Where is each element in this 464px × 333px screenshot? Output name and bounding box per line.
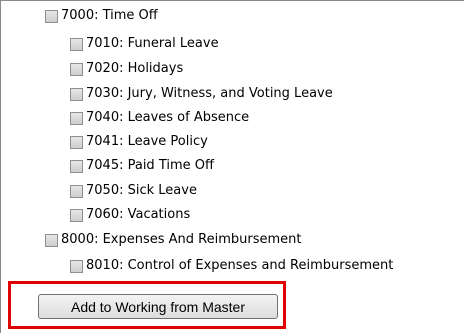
checkbox-icon[interactable] xyxy=(45,9,58,23)
tree-item-label: 8010: Control of Expenses and Reimbursem… xyxy=(86,258,394,273)
checkbox-icon[interactable] xyxy=(70,208,83,222)
checkbox-icon[interactable] xyxy=(70,111,83,125)
tree-item-7060[interactable]: 7060: Vacations xyxy=(70,205,190,225)
tree-item-7040[interactable]: 7040: Leaves of Absence xyxy=(70,108,249,128)
tree-item-label: 7041: Leave Policy xyxy=(86,134,208,149)
add-to-working-from-master-button[interactable]: Add to Working from Master xyxy=(38,294,278,319)
tree-item-8010[interactable]: 8010: Control of Expenses and Reimbursem… xyxy=(70,256,393,276)
tree-item-8000[interactable]: 8000: Expenses And Reimbursement xyxy=(45,230,302,250)
tree-item-label: 8000: Expenses And Reimbursement xyxy=(61,232,302,247)
tree-item-7050[interactable]: 7050: Sick Leave xyxy=(70,181,197,201)
tree-item-label: 7040: Leaves of Absence xyxy=(86,110,250,125)
tree-item-7020[interactable]: 7020: Holidays xyxy=(70,59,183,79)
checkbox-icon[interactable] xyxy=(70,259,83,273)
tree-item-7041[interactable]: 7041: Leave Policy xyxy=(70,132,208,152)
checkbox-icon[interactable] xyxy=(70,159,83,173)
tree-item-label: 7060: Vacations xyxy=(86,207,191,222)
tree-item-7000[interactable]: 7000: Time Off xyxy=(45,6,158,26)
tree-item-7030[interactable]: 7030: Jury, Witness, and Voting Leave xyxy=(70,84,333,104)
checkbox-icon[interactable] xyxy=(70,37,83,51)
tree-item-label: 7045: Paid Time Off xyxy=(86,158,214,173)
checkbox-icon[interactable] xyxy=(70,62,83,76)
panel-top-border xyxy=(1,0,464,1)
checkbox-icon[interactable] xyxy=(45,233,58,247)
checkbox-icon[interactable] xyxy=(70,87,83,101)
checkbox-icon[interactable] xyxy=(70,135,83,149)
tree-item-label: 7000: Time Off xyxy=(61,8,158,23)
tree-item-label: 7030: Jury, Witness, and Voting Leave xyxy=(86,86,333,101)
tree-item-7045[interactable]: 7045: Paid Time Off xyxy=(70,156,214,176)
tree-item-7010[interactable]: 7010: Funeral Leave xyxy=(70,34,219,54)
tree-item-label: 7020: Holidays xyxy=(86,61,184,76)
checkbox-icon[interactable] xyxy=(70,184,83,198)
tree-item-label: 7010: Funeral Leave xyxy=(86,36,219,51)
tree-item-label: 7050: Sick Leave xyxy=(86,183,197,198)
